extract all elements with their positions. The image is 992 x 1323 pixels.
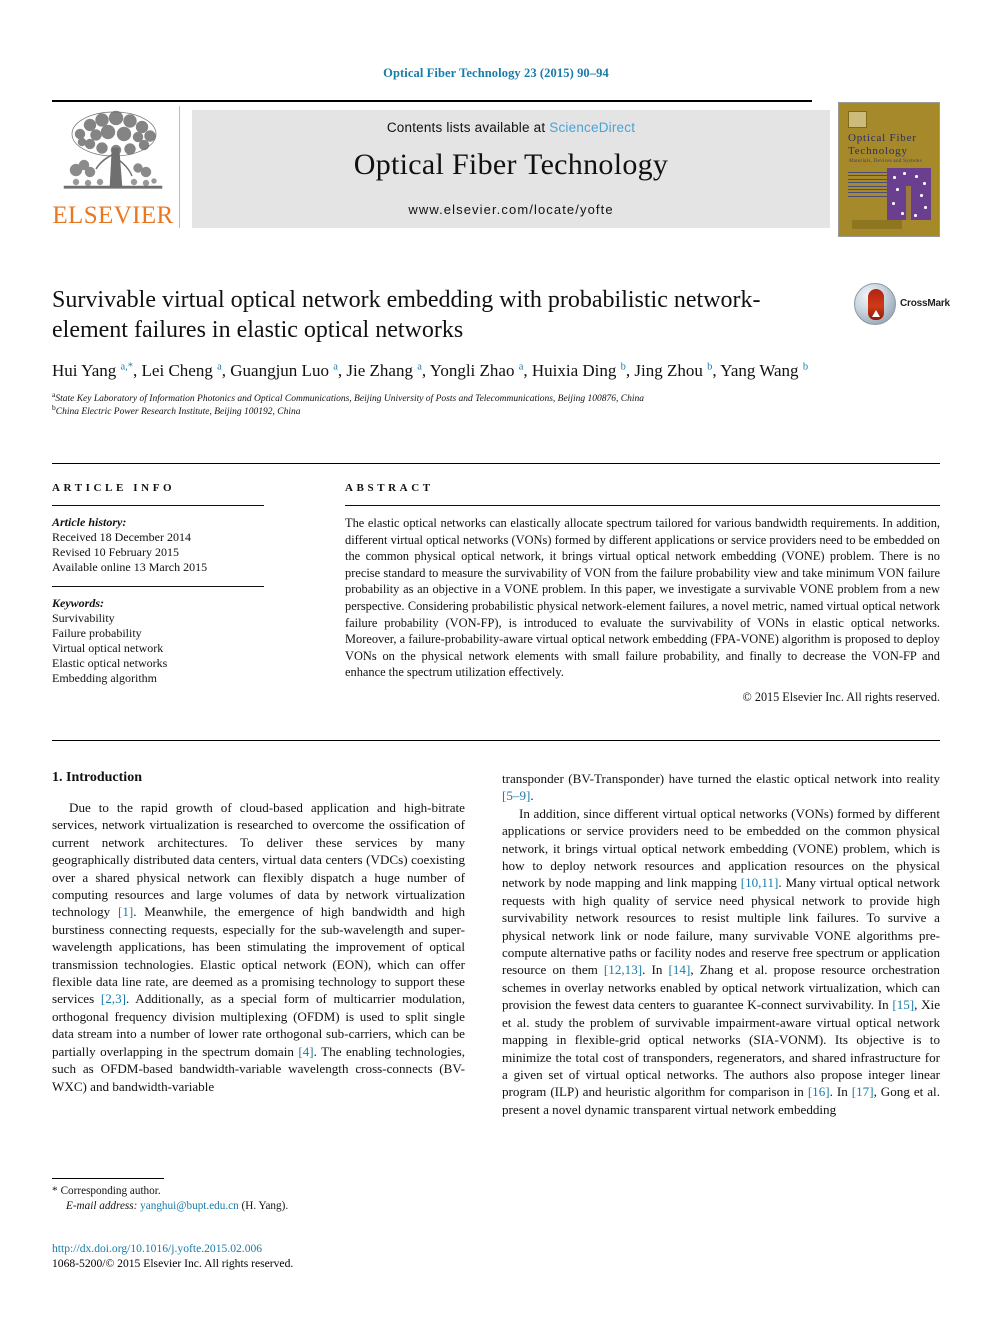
doi-link[interactable]: http://dx.doi.org/10.1016/j.yofte.2015.0… [52,1241,472,1256]
abstract-heading: ABSTRACT [345,482,434,494]
article-info-column: ARTICLE INFO Article history: Received 1… [52,482,306,686]
cover-artwork [887,168,931,220]
cover-inner: Optical Fiber Technology Materials, Devi… [842,106,936,233]
article-info-hairline [52,505,264,506]
contents-prefix: Contents lists available at [386,120,550,135]
asterisk-icon: * [52,1185,58,1197]
abstract-top-rule [52,463,940,464]
keywords-hairline [52,586,264,587]
article-history-revised: Revised 10 February 2015 [52,545,179,559]
keywords-label: Keywords: [52,596,104,610]
cover-publisher-badge [848,111,867,128]
email-owner: (H. Yang). [241,1200,289,1212]
footnote-block: * Corresponding author. E-mail address: y… [52,1184,472,1214]
email-note: E-mail address: yanghui@bupt.edu.cn (H. … [52,1199,472,1214]
keyword-item: Failure probability [52,626,142,640]
article-history-received: Received 18 December 2014 [52,530,191,544]
abstract-hairline [345,505,940,506]
page-footer: http://dx.doi.org/10.1016/j.yofte.2015.0… [52,1241,472,1271]
affiliation-b: bChina Electric Power Research Institute… [52,402,301,417]
abstract-copyright: © 2015 Elsevier Inc. All rights reserved… [742,689,940,704]
issn-copyright-line: 1068-5200/© 2015 Elsevier Inc. All right… [52,1257,294,1270]
journal-title: Optical Fiber Technology [353,148,669,181]
cover-footer-block [852,220,902,229]
author-list: Hui Yang a,*, Lei Cheng a, Guangjun Luo … [52,361,809,380]
journal-url[interactable]: www.elsevier.com/locate/yofte [192,202,830,217]
abstract-text: The elastic optical networks can elastic… [345,516,940,680]
article-history-online: Available online 13 March 2015 [52,560,208,574]
cover-subtitle: Materials, Devices and Systems [849,159,922,164]
cover-title-line1: Optical Fiber [848,132,917,144]
email-label: E-mail address: [66,1200,138,1212]
body-left-column: 1. Introduction Due to the rapid growth … [52,770,465,1095]
article-history-label: Article history: [52,515,127,529]
keywords-block: Keywords: Survivability Failure probabil… [52,596,306,686]
contents-available-line: Contents lists available at ScienceDirec… [192,120,830,135]
affiliation-a: aState Key Laboratory of Information Pho… [52,389,644,404]
crossmark-label: CrossMark [900,298,950,309]
keyword-item: Elastic optical networks [52,656,168,670]
cover-toc-lines [848,172,888,199]
crossmark-badge-icon [854,283,896,325]
footnote-rule [52,1178,164,1179]
sciencedirect-link[interactable]: ScienceDirect [549,120,635,135]
crossmark-logo[interactable]: CrossMark [854,283,984,329]
masthead-top-rule [52,100,812,102]
cover-title-line2: Technology [848,145,908,157]
corresponding-author-note: * Corresponding author. [52,1185,161,1197]
intro-paragraph-right-2: In addition, since different virtual opt… [502,805,941,1117]
intro-paragraph-left: Due to the rapid growth of cloud-based a… [52,800,465,1094]
body-right-column: transponder (BV-Transponder) have turned… [502,770,940,1118]
paper-page: Optical Fiber Technology 23 (2015) 90–94 [0,0,992,1323]
abstract-bottom-rule [52,740,940,741]
email-link[interactable]: yanghui@bupt.edu.cn [140,1200,239,1212]
affiliations: aState Key Laboratory of Information Pho… [52,389,912,419]
title-block: Survivable virtual optical network embed… [52,283,950,419]
article-info-heading: ARTICLE INFO [52,482,176,494]
abstract-column: ABSTRACT The elastic optical networks ca… [345,482,940,705]
intro-paragraph-right-1: transponder (BV-Transponder) have turned… [502,771,940,804]
journal-masthead: ELSEVIER Contents lists available at Sci… [52,100,940,237]
keyword-item: Virtual optical network [52,641,164,655]
elsevier-logo: ELSEVIER [52,106,174,234]
journal-band: Contents lists available at ScienceDirec… [192,110,830,228]
keyword-item: Embedding algorithm [52,671,157,685]
elsevier-tree-icon [63,110,163,189]
masthead-divider [179,106,180,228]
keyword-item: Survivability [52,611,115,625]
section-heading-introduction: 1. Introduction [52,770,142,785]
running-head: Optical Fiber Technology 23 (2015) 90–94 [383,66,609,80]
page-title: Survivable virtual optical network embed… [52,287,761,343]
elsevier-wordmark: ELSEVIER [52,202,174,229]
journal-cover-thumbnail[interactable]: Optical Fiber Technology Materials, Devi… [838,102,940,237]
